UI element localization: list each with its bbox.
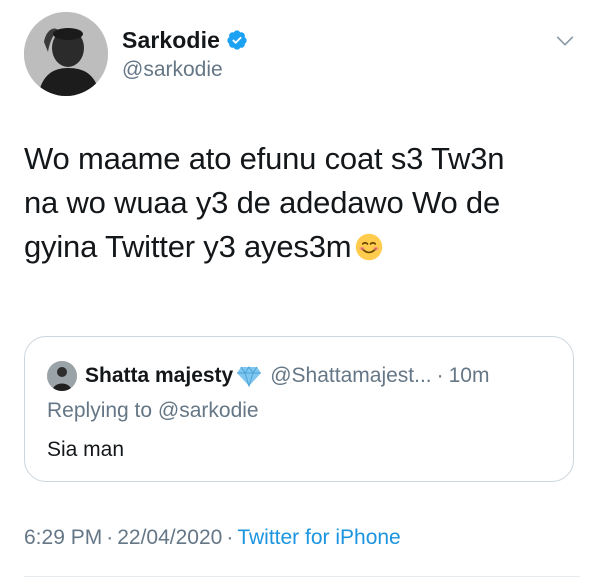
tweet-text-line: na wo wuaa y3 de adedawo Wo de — [24, 185, 500, 220]
tweet-text-line: Wo maame ato efunu coat s3 Tw3n — [24, 141, 505, 176]
tweet-meta: 6:29 PM · 22/04/2020 · Twitter for iPhone — [24, 526, 401, 550]
separator-dot: · — [106, 526, 114, 549]
avatar[interactable] — [24, 12, 108, 96]
tweet-text: Wo maame ato efunu coat s3 Tw3n na wo wu… — [24, 137, 580, 269]
tweet-date[interactable]: 22/04/2020 — [117, 526, 222, 549]
divider — [24, 576, 580, 577]
quoted-avatar — [47, 361, 77, 391]
smiling-face-icon — [356, 233, 383, 261]
replying-to-label: Replying to @sarkodie — [47, 399, 259, 422]
quoted-display-name: Shatta majesty — [85, 364, 234, 387]
tweet-card: Sarkodie @sarkodie Wo maame ato efunu co… — [0, 0, 600, 580]
quoted-handle: @Shattamajest... — [270, 364, 432, 387]
tweet-header: Sarkodie @sarkodie — [24, 12, 584, 98]
verified-badge-icon — [227, 30, 247, 50]
quoted-timestamp: 10m — [448, 364, 490, 387]
tweet-text-segment: gyina Twitter y3 ayes3m — [24, 229, 352, 264]
gem-icon — [237, 366, 262, 387]
author-block[interactable]: Sarkodie @sarkodie — [122, 26, 248, 82]
separator-dot: · — [436, 364, 444, 387]
tweet-text-line: gyina Twitter y3 ayes3m — [24, 225, 580, 269]
author-display-name[interactable]: Sarkodie — [122, 27, 220, 54]
quoted-tweet-text: Sia man — [47, 438, 125, 461]
quoted-tweet[interactable]: Shatta majesty @Shattamajest... · 10m Re… — [24, 336, 574, 482]
author-handle[interactable]: @sarkodie — [122, 58, 248, 82]
quoted-tweet-header: Shatta majesty @Shattamajest... · 10m — [47, 361, 489, 391]
tweet-source-link[interactable]: Twitter for iPhone — [237, 526, 400, 549]
tweet-time[interactable]: 6:29 PM — [24, 526, 102, 549]
separator-dot: · — [226, 526, 234, 549]
chevron-down-icon[interactable] — [554, 30, 576, 52]
